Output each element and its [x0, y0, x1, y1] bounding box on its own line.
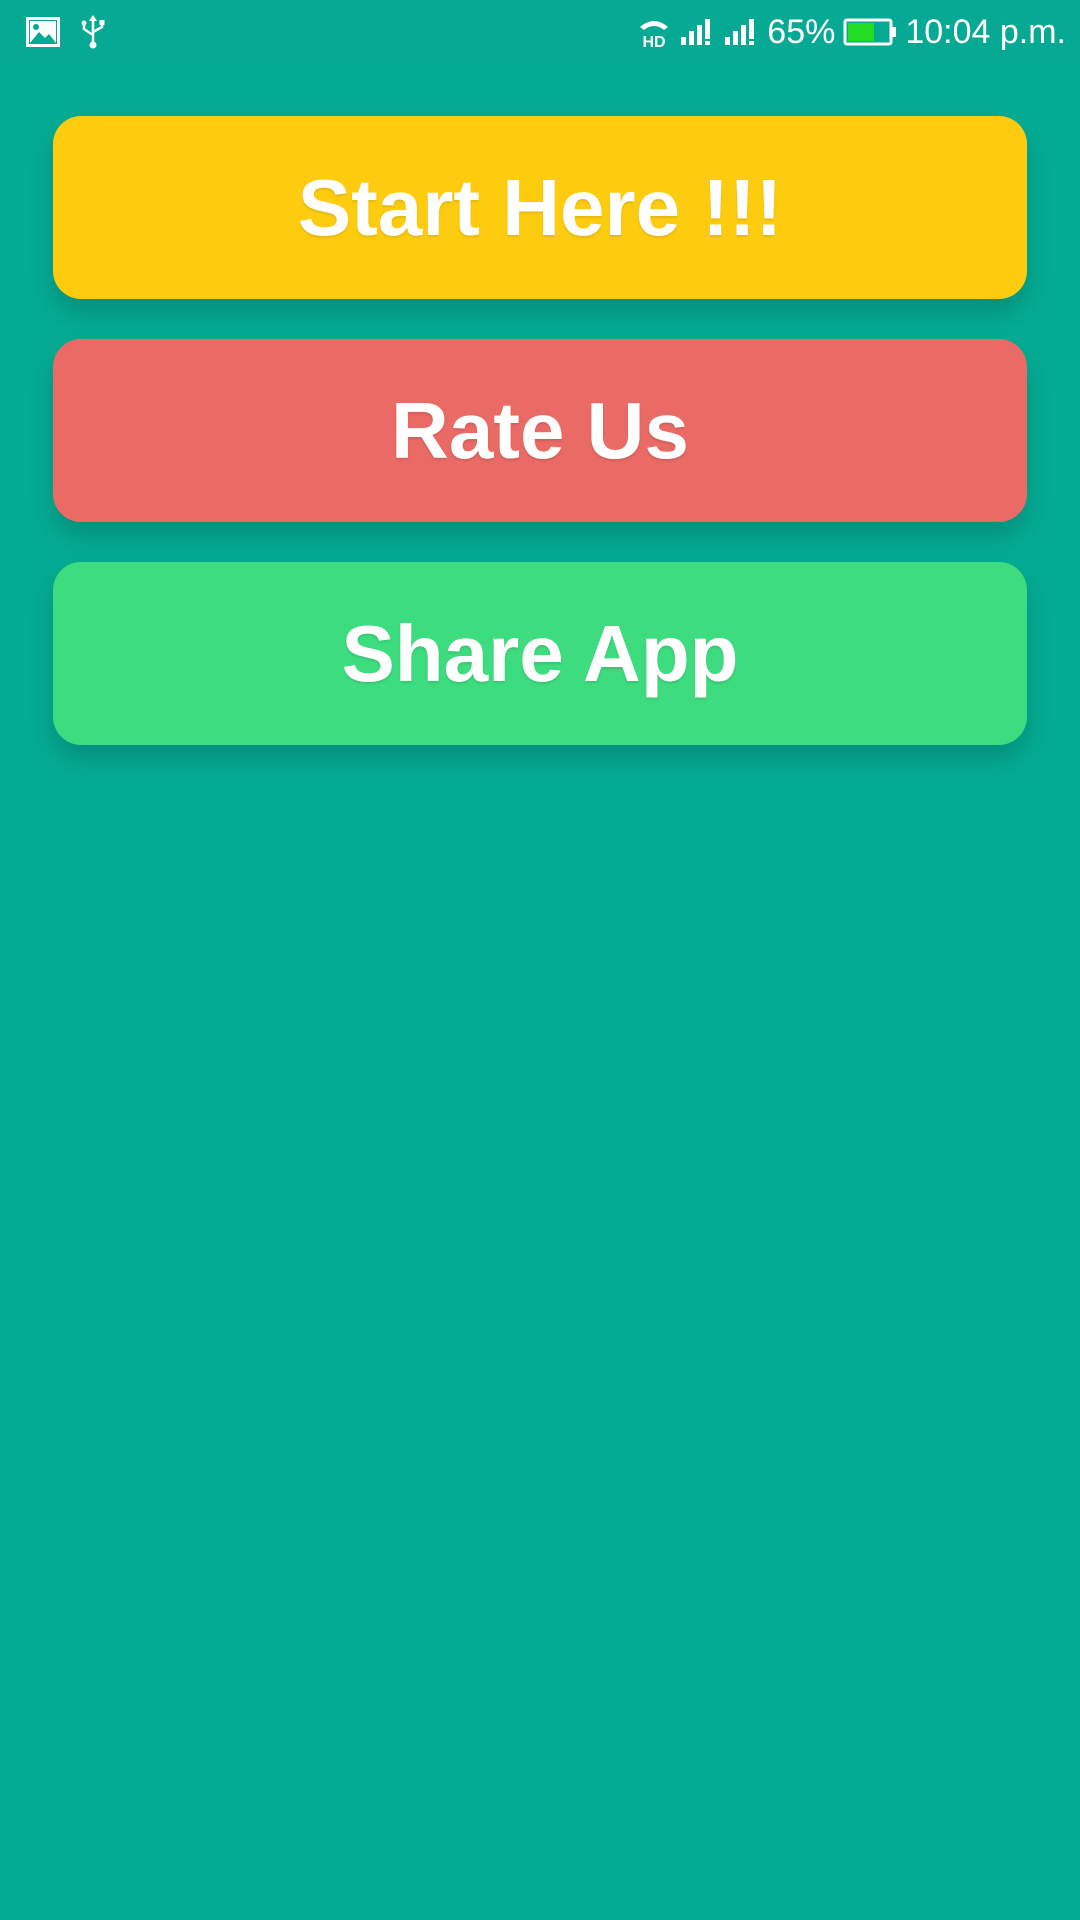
share-app-button[interactable]: Share App — [53, 562, 1027, 745]
status-bar: HD 65% 10:04 p.m. — [0, 0, 1080, 64]
signal-icon — [679, 17, 715, 47]
image-icon — [26, 17, 60, 47]
clock: 10:04 p.m. — [905, 13, 1066, 51]
rate-us-label: Rate Us — [391, 385, 689, 475]
signal-icon — [723, 17, 759, 47]
start-here-label: Start Here !!! — [297, 162, 783, 252]
share-app-label: Share App — [341, 608, 739, 698]
status-right-icons: HD 65% 10:04 p.m. — [637, 10, 1066, 54]
svg-text:HD: HD — [643, 34, 666, 49]
menu-panel: Start Here !!! Rate Us Share App — [53, 116, 1027, 796]
start-here-button[interactable]: Start Here !!! — [53, 116, 1027, 299]
rate-us-button[interactable]: Rate Us — [53, 339, 1027, 522]
battery-percent: 65% — [767, 13, 836, 51]
battery-icon — [843, 17, 897, 47]
hd-call-icon: HD — [637, 15, 671, 49]
status-left-icons — [26, 14, 106, 50]
usb-icon — [80, 15, 106, 49]
